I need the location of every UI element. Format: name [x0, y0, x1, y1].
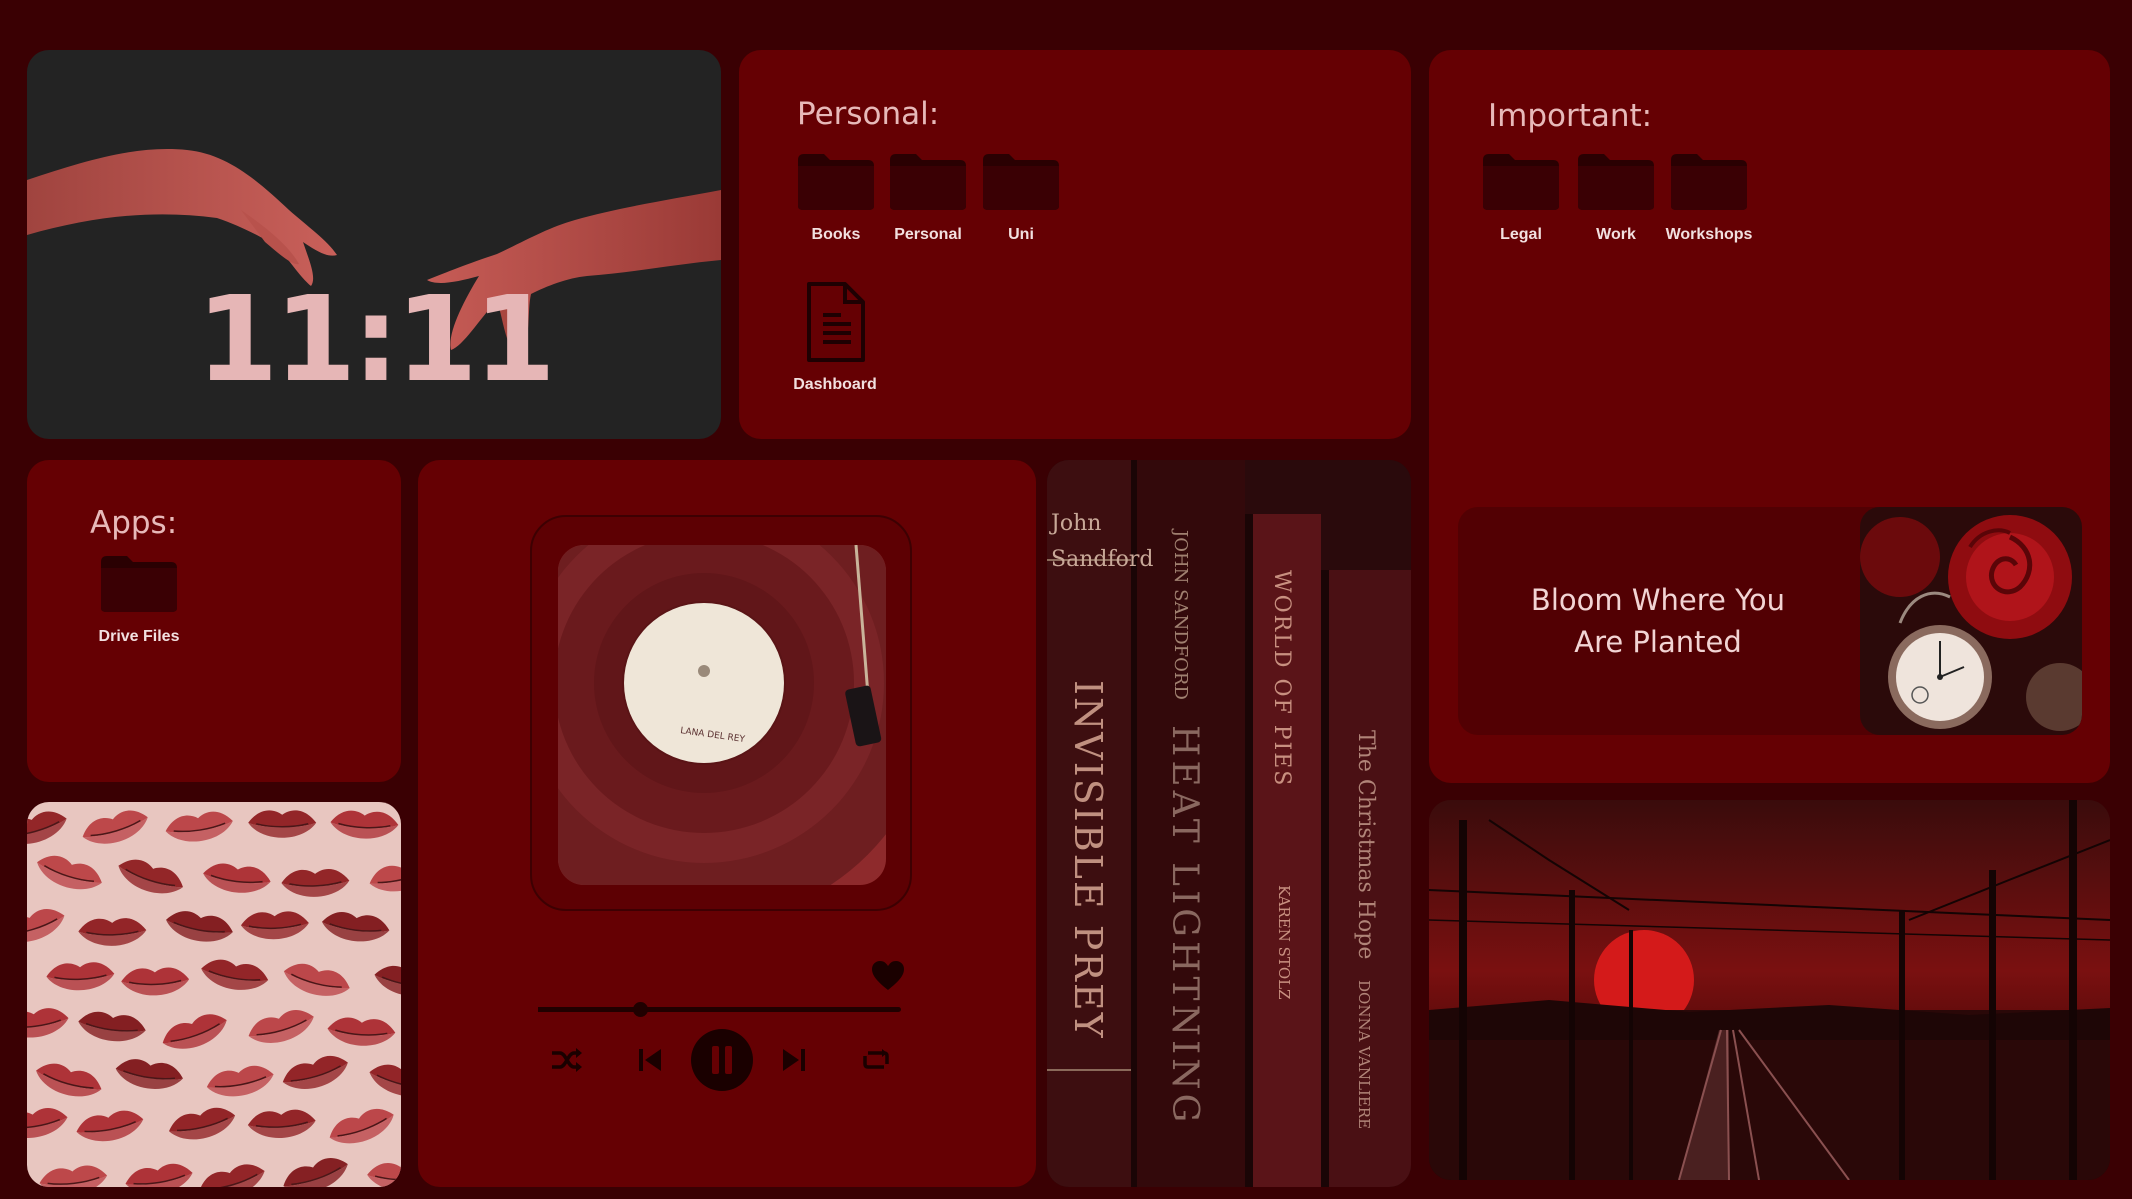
music-player: LANA DEL REY [418, 460, 1036, 1187]
clock-widget: 11:11 [27, 50, 721, 439]
book-author-4: DONNA VANLIERE [1355, 980, 1373, 1129]
folder-icon [796, 150, 876, 212]
previous-icon[interactable] [637, 1047, 663, 1078]
folder-icon [888, 150, 968, 212]
folder-label: Legal [1500, 226, 1542, 243]
repeat-icon[interactable] [862, 1047, 890, 1078]
progress-slider[interactable] [538, 1002, 901, 1017]
folder-icon [981, 150, 1061, 212]
shuffle-icon[interactable] [550, 1047, 584, 1078]
railway-sunset-image [1429, 800, 2110, 1180]
book-author-3: KAREN STOLZ [1275, 885, 1293, 1000]
important-title: Important: [1488, 98, 1653, 134]
folder-label: Work [1596, 226, 1636, 243]
folder-icon [1576, 150, 1656, 212]
quote-line-1: Bloom Where You [1530, 583, 1786, 617]
apps-panel: Apps: Drive Files [27, 460, 401, 782]
rose-pocket-watch-image [1860, 507, 2082, 735]
pause-button[interactable] [691, 1029, 753, 1096]
folder-label: Workshops [1665, 226, 1753, 243]
document-dashboard[interactable]: Dashboard [785, 280, 885, 394]
folder-drive-files[interactable]: Drive Files [81, 552, 197, 646]
book-spines-image: John Sandford INVISIBLE PREY JOHN SANDFOR… [1047, 460, 1411, 1187]
book-author-2: JOHN SANDFORD [1170, 528, 1191, 700]
quote-text: Bloom Where You Are Planted [1458, 579, 1858, 663]
book-title-1: INVISIBLE PREY [1066, 680, 1110, 1040]
book-title-2: HEAT LIGHTNING [1164, 725, 1205, 1126]
album-frame: LANA DEL REY [530, 515, 912, 911]
document-label: Dashboard [793, 376, 877, 393]
next-icon[interactable] [781, 1047, 807, 1078]
folder-uni[interactable]: Uni [973, 150, 1069, 244]
clock-time: 11:11 [196, 270, 556, 408]
album-art-image: LANA DEL REY [558, 545, 886, 885]
folder-label: Drive Files [98, 628, 180, 645]
folder-icon [1481, 150, 1561, 212]
personal-title: Personal: [797, 96, 940, 132]
folder-books[interactable]: Books [788, 150, 884, 244]
folder-label: Books [811, 226, 861, 243]
folder-label: Uni [1008, 226, 1034, 243]
folder-legal[interactable]: Legal [1473, 150, 1569, 244]
document-icon [803, 280, 867, 364]
quote-line-2: Are Planted [1574, 625, 1742, 659]
quote-card: Bloom Where You Are Planted [1458, 507, 2082, 735]
pause-icon [691, 1029, 753, 1091]
folder-icon [1669, 150, 1749, 212]
lips-pattern-image [27, 802, 401, 1187]
folder-personal[interactable]: Personal [880, 150, 976, 244]
folder-work[interactable]: Work [1568, 150, 1664, 244]
heart-icon[interactable] [870, 960, 906, 997]
apps-title: Apps: [90, 505, 178, 541]
folder-label: Personal [894, 226, 962, 243]
book-title-4: The Christmas Hope [1353, 730, 1378, 959]
folder-workshops[interactable]: Workshops [1661, 150, 1757, 244]
book-title-3: WORLD OF PIES [1269, 570, 1294, 787]
personal-panel: Personal: Books Personal Uni Dashboard [739, 50, 1411, 439]
folder-icon [99, 552, 179, 614]
progress-knob[interactable] [632, 1002, 648, 1017]
progress-fill [538, 1007, 640, 1012]
